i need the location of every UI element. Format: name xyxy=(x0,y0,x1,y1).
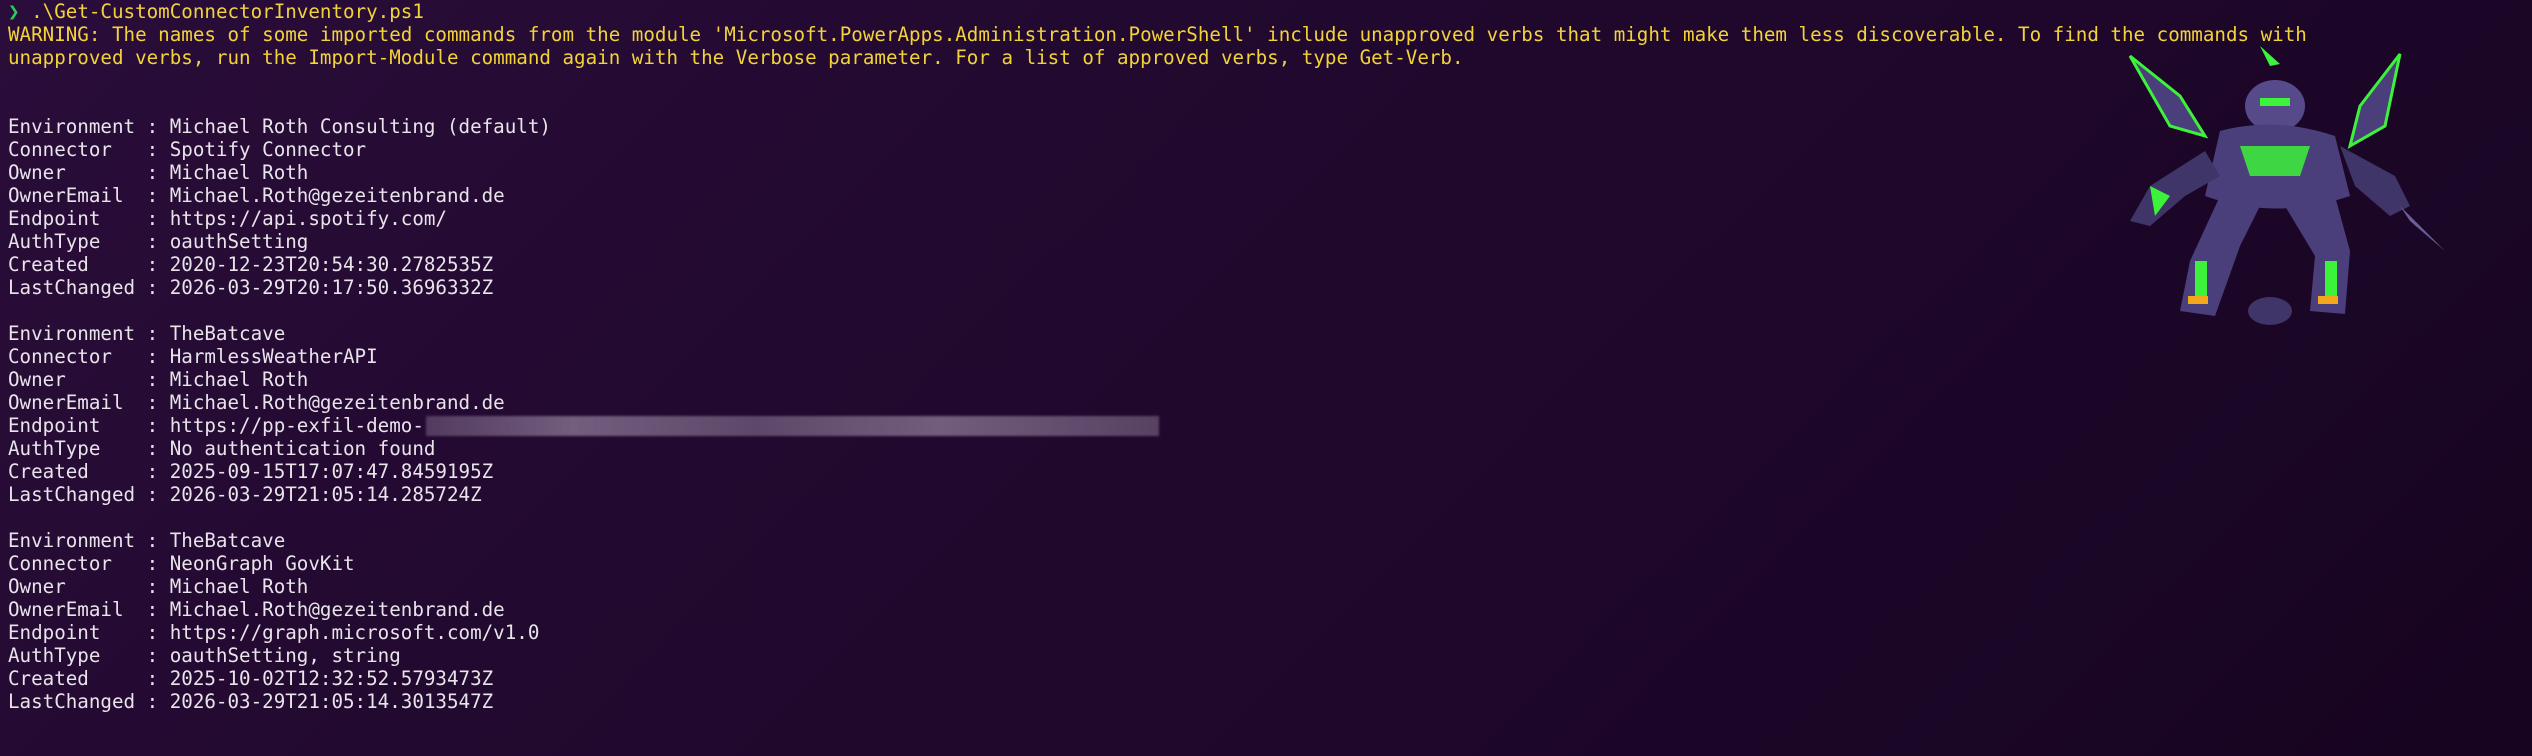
record-connector: Connector : NeonGraph GovKit xyxy=(8,552,355,575)
mascot-left-spike xyxy=(2128,54,2209,139)
record-connector: Connector : HarmlessWeatherAPI xyxy=(8,345,378,368)
record-owner: Owner : Michael Roth xyxy=(8,575,309,598)
connector-record: Environment : TheBatcave Connector : Har… xyxy=(8,322,2532,506)
mecha-robot-icon xyxy=(2128,46,2445,325)
record-owner-email: OwnerEmail : Michael.Roth@gezeitenbrand.… xyxy=(8,391,505,414)
prompt-line: ❯ .\Get-CustomConnectorInventory.ps1 xyxy=(8,0,2532,23)
record-lastchanged: LastChanged : 2026-03-29T21:05:14.301354… xyxy=(8,690,494,713)
record-endpoint-text: Endpoint : https://pp-exfil-demo- xyxy=(8,414,424,437)
record-owner-email: OwnerEmail : Michael.Roth@gezeitenbrand.… xyxy=(8,598,505,621)
mascot-right-arm xyxy=(2340,146,2410,216)
record-authtype: AuthType : oauthSetting, string xyxy=(8,644,401,667)
mascot-right-foot-light xyxy=(2318,296,2338,304)
mascot-horn xyxy=(2260,46,2280,66)
record-owner: Owner : Michael Roth xyxy=(8,368,309,391)
prompt-command: .\Get-CustomConnectorInventory.ps1 xyxy=(19,0,424,23)
mascot-right-leg-accent xyxy=(2325,261,2337,296)
mascot-left-leg-accent xyxy=(2195,261,2207,296)
record-endpoint: Endpoint : https://graph.microsoft.com/v… xyxy=(8,621,540,644)
mascot-right-spike xyxy=(2347,53,2402,150)
mascot-hand xyxy=(2248,297,2292,325)
connector-record: Environment : TheBatcave Connector : Neo… xyxy=(8,529,2532,713)
warning-line-1: WARNING: The names of some imported comm… xyxy=(8,23,2307,46)
record-environment: Environment : TheBatcave xyxy=(8,529,286,552)
mascot-blade xyxy=(2400,206,2445,251)
mascot-right-leg xyxy=(2285,196,2350,314)
mascot-visor xyxy=(2260,98,2290,106)
record-created: Created : 2025-09-15T17:07:47.8459195Z xyxy=(8,460,494,483)
redacted-blur xyxy=(425,416,1159,436)
record-endpoint: Endpoint : https://pp-exfil-demo- xyxy=(8,414,2532,437)
mascot-left-arm xyxy=(2130,151,2220,226)
mascot-chest-plate xyxy=(2240,146,2310,176)
record-authtype: AuthType : No authentication found xyxy=(8,437,436,460)
prompt-chevron-icon: ❯ xyxy=(8,0,20,23)
record-created: Created : 2025-10-02T12:32:52.5793473Z xyxy=(8,667,494,690)
record-lastchanged: LastChanged : 2026-03-29T21:05:14.285724… xyxy=(8,483,482,506)
mascot-left-foot-light xyxy=(2188,296,2208,304)
